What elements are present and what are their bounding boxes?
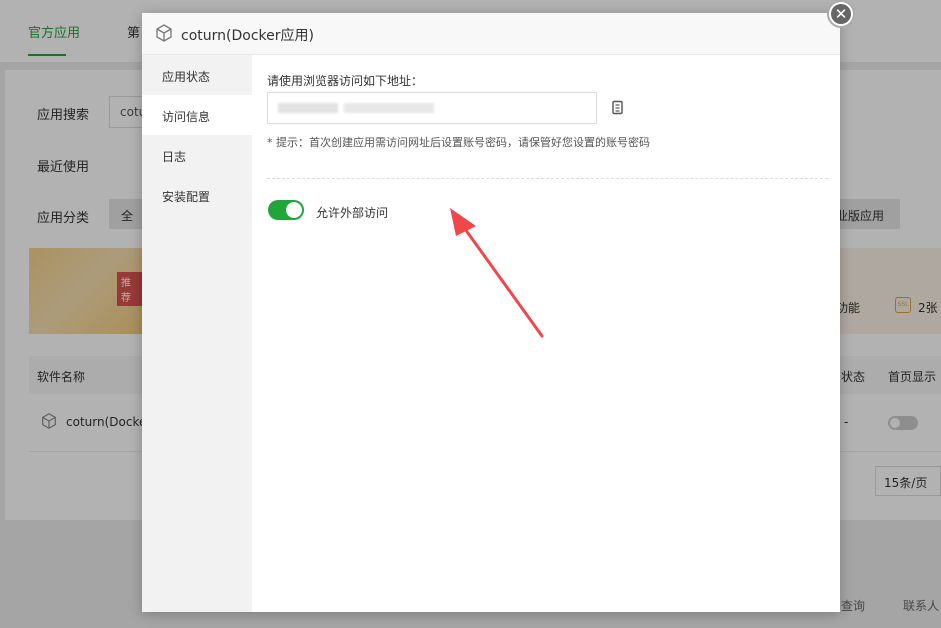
sidebar-item-logs[interactable]: 日志 bbox=[142, 135, 252, 175]
external-access-label: 允许外部访问 bbox=[316, 206, 389, 220]
external-access-toggle[interactable] bbox=[268, 200, 304, 220]
sidebar-item-label: 应用状态 bbox=[162, 70, 211, 84]
divider bbox=[267, 178, 828, 179]
cube-icon bbox=[156, 24, 172, 42]
modal-close-button[interactable]: ✕ bbox=[827, 0, 855, 28]
sidebar-item-access-info[interactable]: 访问信息 bbox=[142, 95, 252, 135]
sidebar-item-install-config[interactable]: 安装配置 bbox=[142, 175, 252, 215]
close-icon: ✕ bbox=[834, 5, 848, 23]
access-url-field[interactable] bbox=[267, 92, 597, 124]
modal-header: coturn(Docker应用) bbox=[142, 13, 840, 55]
redacted-url bbox=[344, 103, 434, 113]
sidebar-item-label: 安装配置 bbox=[162, 190, 211, 204]
sidebar-item-label: 日志 bbox=[162, 150, 187, 164]
sidebar-item-label: 访问信息 bbox=[162, 110, 211, 124]
modal-title: coturn(Docker应用) bbox=[181, 28, 314, 44]
annotation-arrow-icon bbox=[450, 208, 544, 338]
modal-sidebar: 应用状态 访问信息 日志 安装配置 bbox=[142, 55, 252, 612]
access-hint: * 提示：首次创建应用需访问网址后设置账号密码，请保管好您设置的账号密码 bbox=[267, 136, 650, 149]
copy-icon[interactable] bbox=[611, 100, 625, 116]
sidebar-item-app-status[interactable]: 应用状态 bbox=[142, 55, 252, 95]
app-modal: coturn(Docker应用) 应用状态 访问信息 日志 安装配置 请使用浏览… bbox=[142, 13, 840, 612]
access-address-label: 请使用浏览器访问如下地址： bbox=[267, 74, 424, 88]
redacted-url bbox=[278, 103, 338, 113]
